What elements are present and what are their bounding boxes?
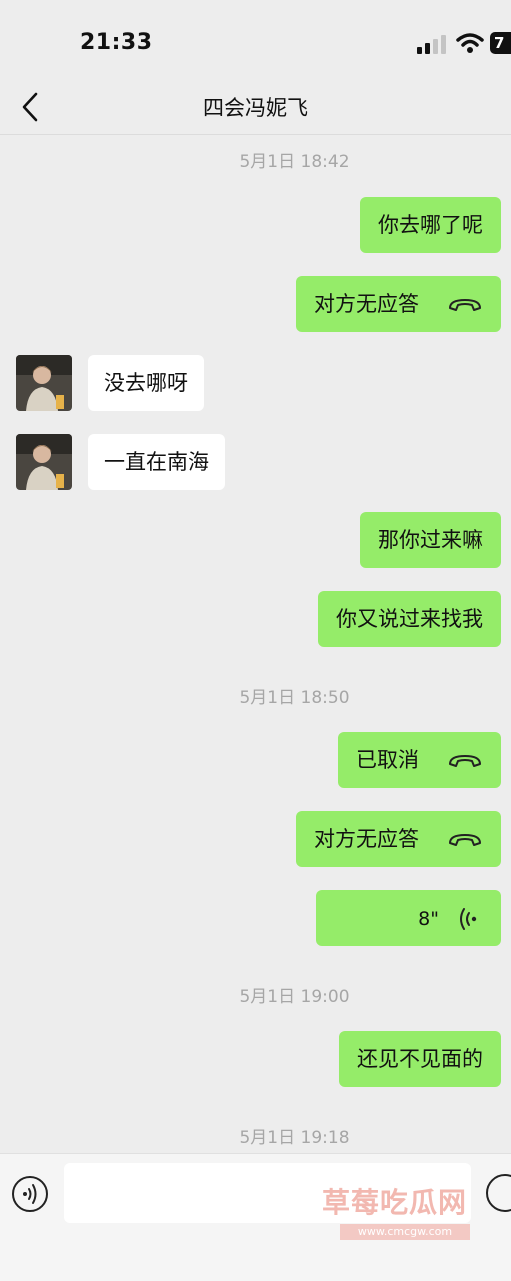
avatar[interactable]: [16, 355, 72, 411]
message-text: 对方无应答: [314, 827, 419, 851]
voice-message-outgoing[interactable]: 8": [316, 890, 501, 946]
message-text: 还见不见面的: [357, 1047, 483, 1071]
message-outgoing[interactable]: 那你过来嘛: [360, 512, 501, 568]
call-record-outgoing[interactable]: 对方无应答: [296, 276, 501, 332]
phone-hangup-icon: [449, 834, 481, 846]
timestamp: 5月1日 18:50: [239, 688, 350, 708]
signal-icon: [417, 35, 446, 54]
voice-input-button[interactable]: [12, 1176, 48, 1212]
message-outgoing[interactable]: 你去哪了呢: [360, 197, 501, 253]
phone-hangup-icon: [449, 299, 481, 311]
emoji-button[interactable]: [486, 1174, 511, 1212]
watermark-url: www.cmcgw.com: [340, 1224, 470, 1240]
timestamp: 5月1日 19:00: [239, 987, 350, 1007]
message-text: 那你过来嘛: [378, 528, 483, 552]
avatar[interactable]: [16, 434, 72, 490]
status-bar: 21:33 7: [0, 0, 511, 80]
call-record-outgoing[interactable]: 对方无应答: [296, 811, 501, 867]
input-bar: 草莓吃瓜网 www.cmcgw.com: [0, 1153, 511, 1281]
phone-hangup-icon: [449, 755, 481, 767]
battery-icon: 7: [490, 32, 511, 54]
message-outgoing[interactable]: 你又说过来找我: [318, 591, 501, 647]
call-record-outgoing[interactable]: 已取消: [338, 732, 501, 788]
nav-bar: 四会冯妮飞: [0, 80, 511, 135]
message-text: 对方无应答: [314, 292, 419, 316]
message-text: 你又说过来找我: [336, 607, 483, 631]
wifi-icon: [456, 33, 484, 53]
message-text: 没去哪呀: [104, 371, 188, 395]
timestamp: 5月1日 19:18: [239, 1128, 350, 1148]
chat-title: 四会冯妮飞: [203, 96, 308, 120]
message-incoming[interactable]: 一直在南海: [88, 434, 225, 490]
voice-wave-icon: [23, 1184, 37, 1204]
watermark: 草莓吃瓜网: [322, 1186, 468, 1219]
message-text: 一直在南海: [104, 450, 209, 474]
message-text: 你去哪了呢: [378, 213, 483, 237]
message-outgoing[interactable]: 还见不见面的: [339, 1031, 501, 1087]
timestamp: 5月1日 18:42: [239, 152, 350, 172]
message-incoming[interactable]: 没去哪呀: [88, 355, 204, 411]
message-text: 已取消: [356, 748, 419, 772]
avatar-image: [16, 434, 72, 490]
voice-duration: 8": [418, 908, 439, 930]
status-time: 21:33: [80, 30, 153, 55]
message-list[interactable]: 5月1日 18:42 你去哪了呢 对方无应答 没去哪呀 一直在南海 那你过来嘛 …: [0, 135, 511, 1153]
avatar-image: [16, 355, 72, 411]
voice-wave-icon: [460, 908, 477, 930]
